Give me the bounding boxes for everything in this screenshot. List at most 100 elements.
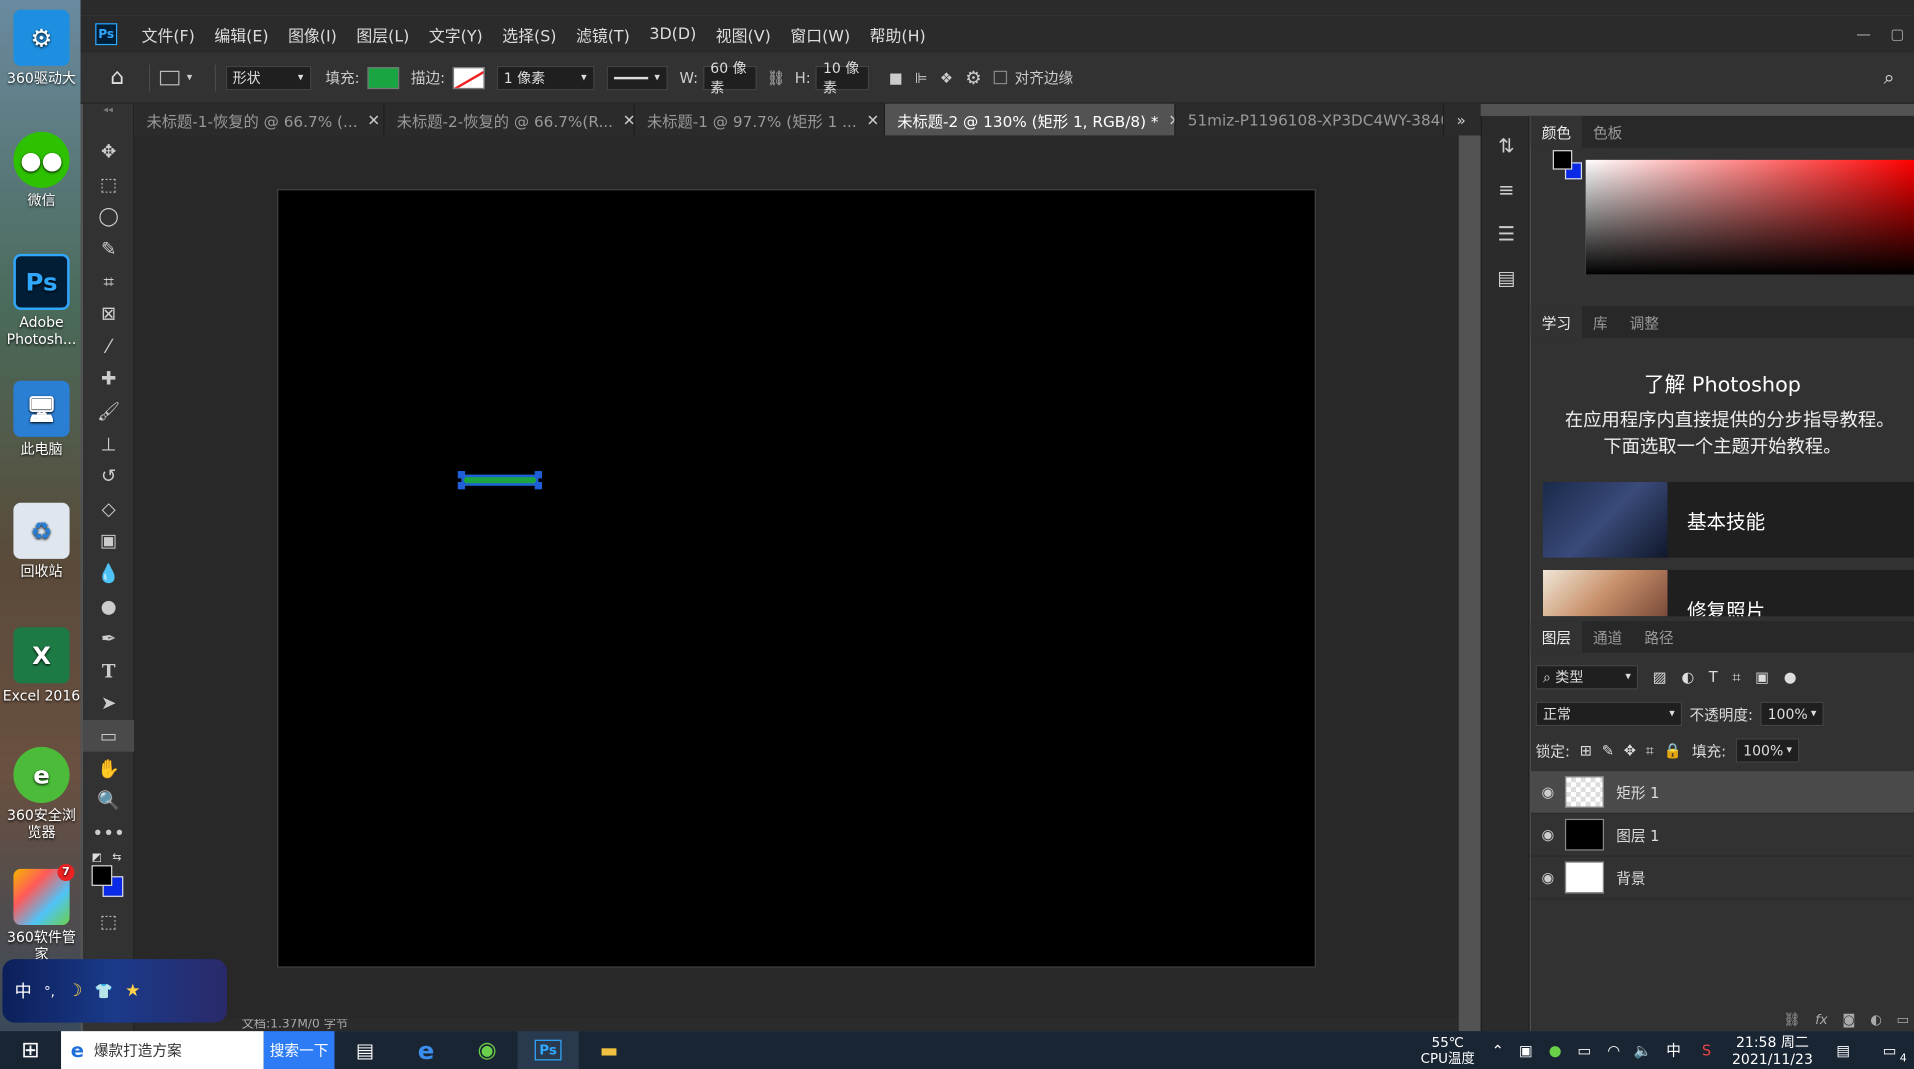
align-edges-checkbox[interactable]: 对齐边缘 [993, 67, 1073, 88]
volume-icon[interactable]: 🔈 [1628, 1031, 1657, 1069]
ime-indicator[interactable]: 中 [1658, 1031, 1690, 1069]
filter-pixel-icon[interactable]: ▨ [1653, 669, 1667, 686]
link-icon[interactable]: ⛓ [766, 69, 785, 86]
moon-icon[interactable]: ☽ [67, 981, 82, 1001]
menu-file[interactable]: 文件(F) [132, 23, 205, 45]
dodge-tool-icon[interactable]: ● [83, 590, 134, 622]
eye-icon[interactable]: ◉ [1531, 783, 1565, 800]
360-browser-icon[interactable]: ◉ [457, 1031, 518, 1069]
menu-3d[interactable]: 3D(D) [640, 25, 706, 43]
tabs-overflow-icon[interactable]: » [1444, 104, 1478, 136]
cpu-temp[interactable]: 55℃ CPU温度 [1411, 1031, 1484, 1069]
tab-doc-1[interactable]: 未标题-1-恢复的 @ 66.7% (... ✕ [134, 103, 385, 136]
properties-icon[interactable]: ☰ [1482, 211, 1531, 255]
move-tool-icon[interactable]: ✥ [83, 135, 134, 167]
quick-select-tool-icon[interactable]: ✎ [83, 233, 134, 265]
fill-swatch[interactable] [366, 66, 399, 89]
brush-settings-icon[interactable]: ≡ [1482, 167, 1531, 211]
rectangle-tool-icon[interactable]: ▭ [83, 719, 135, 753]
lock-artboard-icon[interactable]: ⌗ [1646, 741, 1654, 759]
desktop-icon-360-software[interactable]: 7 360软件管家 [2, 863, 80, 963]
filter-shape-icon[interactable]: ⌗ [1732, 668, 1740, 686]
path-operations-icon[interactable]: ■ [889, 69, 903, 86]
search-button[interactable]: 搜索一下 [263, 1031, 335, 1069]
lock-pixels-icon[interactable]: ⊞ [1580, 742, 1592, 759]
tab-adjustments[interactable]: 调整 [1619, 306, 1670, 338]
close-icon[interactable]: ✕ [623, 110, 634, 128]
menu-filter[interactable]: 滤镜(T) [566, 23, 639, 45]
default-colors-icon[interactable]: ◩ [92, 852, 102, 864]
swap-colors-icon[interactable]: ⇆ [112, 852, 121, 864]
opacity-field[interactable]: 100% ▾ [1760, 701, 1824, 727]
menu-edit[interactable]: 编辑(E) [205, 23, 279, 45]
tab-libraries[interactable]: 库 [1582, 306, 1619, 338]
filter-toggle-icon[interactable]: ● [1784, 669, 1797, 686]
folder-icon[interactable]: ▭ [1896, 1012, 1909, 1028]
path-alignment-icon[interactable]: ⊫ [915, 69, 928, 86]
eye-icon[interactable]: ◉ [1531, 869, 1565, 886]
height-field[interactable]: 10 像素 [815, 59, 870, 96]
tray-expand-icon[interactable]: ⌃ [1484, 1031, 1511, 1069]
photoshop-taskbar-icon[interactable]: Ps [517, 1031, 579, 1069]
tab-layers[interactable]: 图层 [1530, 621, 1583, 653]
layer-filter-select[interactable]: ⌕ 类型 ▾ [1535, 665, 1639, 690]
tab-doc-4-active[interactable]: 未标题-2 @ 130% (矩形 1, RGB/8) * ✕ [885, 103, 1176, 136]
anchor-handle[interactable] [534, 471, 542, 479]
layer-row[interactable]: ◉ 图层 1 [1530, 814, 1914, 857]
tab-swatches[interactable]: 色板 [1582, 116, 1633, 148]
filter-adjustment-icon[interactable]: ◐ [1681, 669, 1694, 686]
menu-layer[interactable]: 图层(L) [347, 23, 419, 45]
foreground-color-swatch[interactable] [91, 865, 113, 887]
sogou-icon[interactable]: S [1689, 1031, 1723, 1069]
menu-window[interactable]: 窗口(W) [781, 23, 860, 45]
tray-app-icon[interactable]: ▣ [1511, 1031, 1540, 1069]
filter-smart-icon[interactable]: ▣ [1755, 669, 1769, 686]
ime-lang[interactable]: 中 [15, 979, 32, 1003]
eraser-tool-icon[interactable]: ◇ [83, 492, 134, 524]
color-swatches[interactable]: ◩ ⇆ [83, 849, 133, 905]
tray-360-icon[interactable]: ● [1541, 1031, 1570, 1069]
adjustment-layer-icon[interactable]: ◐ [1870, 1012, 1882, 1028]
hand-tool-icon[interactable]: ✋ [83, 752, 134, 784]
link-layers-icon[interactable]: ⛓ [1783, 1012, 1800, 1028]
path-select-tool-icon[interactable]: ➤ [83, 687, 134, 719]
eye-icon[interactable]: ◉ [1531, 826, 1565, 843]
frame-tool-icon[interactable]: ⊠ [83, 298, 134, 330]
menu-view[interactable]: 视图(V) [706, 23, 781, 45]
menu-select[interactable]: 选择(S) [492, 23, 566, 45]
desktop-icon-wechat[interactable]: ●● 微信 [2, 131, 80, 209]
edge-icon[interactable]: e [396, 1031, 457, 1069]
search-box[interactable]: e 爆款打造方案 [61, 1031, 264, 1069]
pen-tool-icon[interactable]: ✒ [83, 622, 134, 654]
battery-icon[interactable]: ▭ [1570, 1031, 1599, 1069]
tab-channels[interactable]: 通道 [1582, 621, 1633, 653]
learn-card-basic[interactable]: 基本技能 [1542, 482, 1914, 558]
color-field[interactable] [1585, 159, 1914, 275]
lasso-tool-icon[interactable]: ◯ [83, 200, 134, 232]
document-canvas[interactable] [277, 189, 1316, 968]
minimize-icon[interactable]: — [1856, 26, 1871, 43]
maximize-icon[interactable]: ▢ [1890, 26, 1904, 43]
desktop-icon-this-pc[interactable]: 🖥 此电脑 [2, 380, 80, 458]
wifi-icon[interactable]: ◠ [1599, 1031, 1628, 1069]
fx-button[interactable]: fx [1815, 1012, 1828, 1028]
stroke-swatch[interactable] [452, 66, 485, 89]
crop-tool-icon[interactable]: ⌗ [83, 265, 134, 297]
gear-icon[interactable]: ⚙ [965, 67, 981, 89]
mask-icon[interactable]: ◙ [1842, 1012, 1855, 1028]
close-icon[interactable]: ✕ [1168, 110, 1174, 128]
ime-widget[interactable]: 中 °, ☽ 👕 ★ [2, 959, 228, 1023]
blend-mode-select[interactable]: 正常 ▾ [1535, 701, 1683, 727]
tool-preset-picker[interactable]: ▾ [159, 70, 192, 85]
stroke-width-field[interactable]: 1 像素 ▾ [496, 65, 595, 90]
close-icon[interactable]: ✕ [367, 110, 380, 128]
tab-learn[interactable]: 学习 [1530, 306, 1583, 339]
history-brush-tool-icon[interactable]: ↺ [83, 460, 134, 492]
history-panel-icon[interactable]: ⇅ [1482, 123, 1531, 167]
learn-card-photo[interactable]: 修复照片 [1542, 569, 1914, 617]
marquee-tool-icon[interactable]: ⬚ [83, 168, 134, 200]
tab-doc-2[interactable]: 未标题-2-恢复的 @ 66.7%(R... ✕ [385, 103, 635, 136]
lock-position-icon[interactable]: ✥ [1624, 742, 1636, 759]
menu-type[interactable]: 文字(Y) [419, 23, 492, 45]
libraries-icon[interactable]: ▤ [1482, 255, 1531, 299]
